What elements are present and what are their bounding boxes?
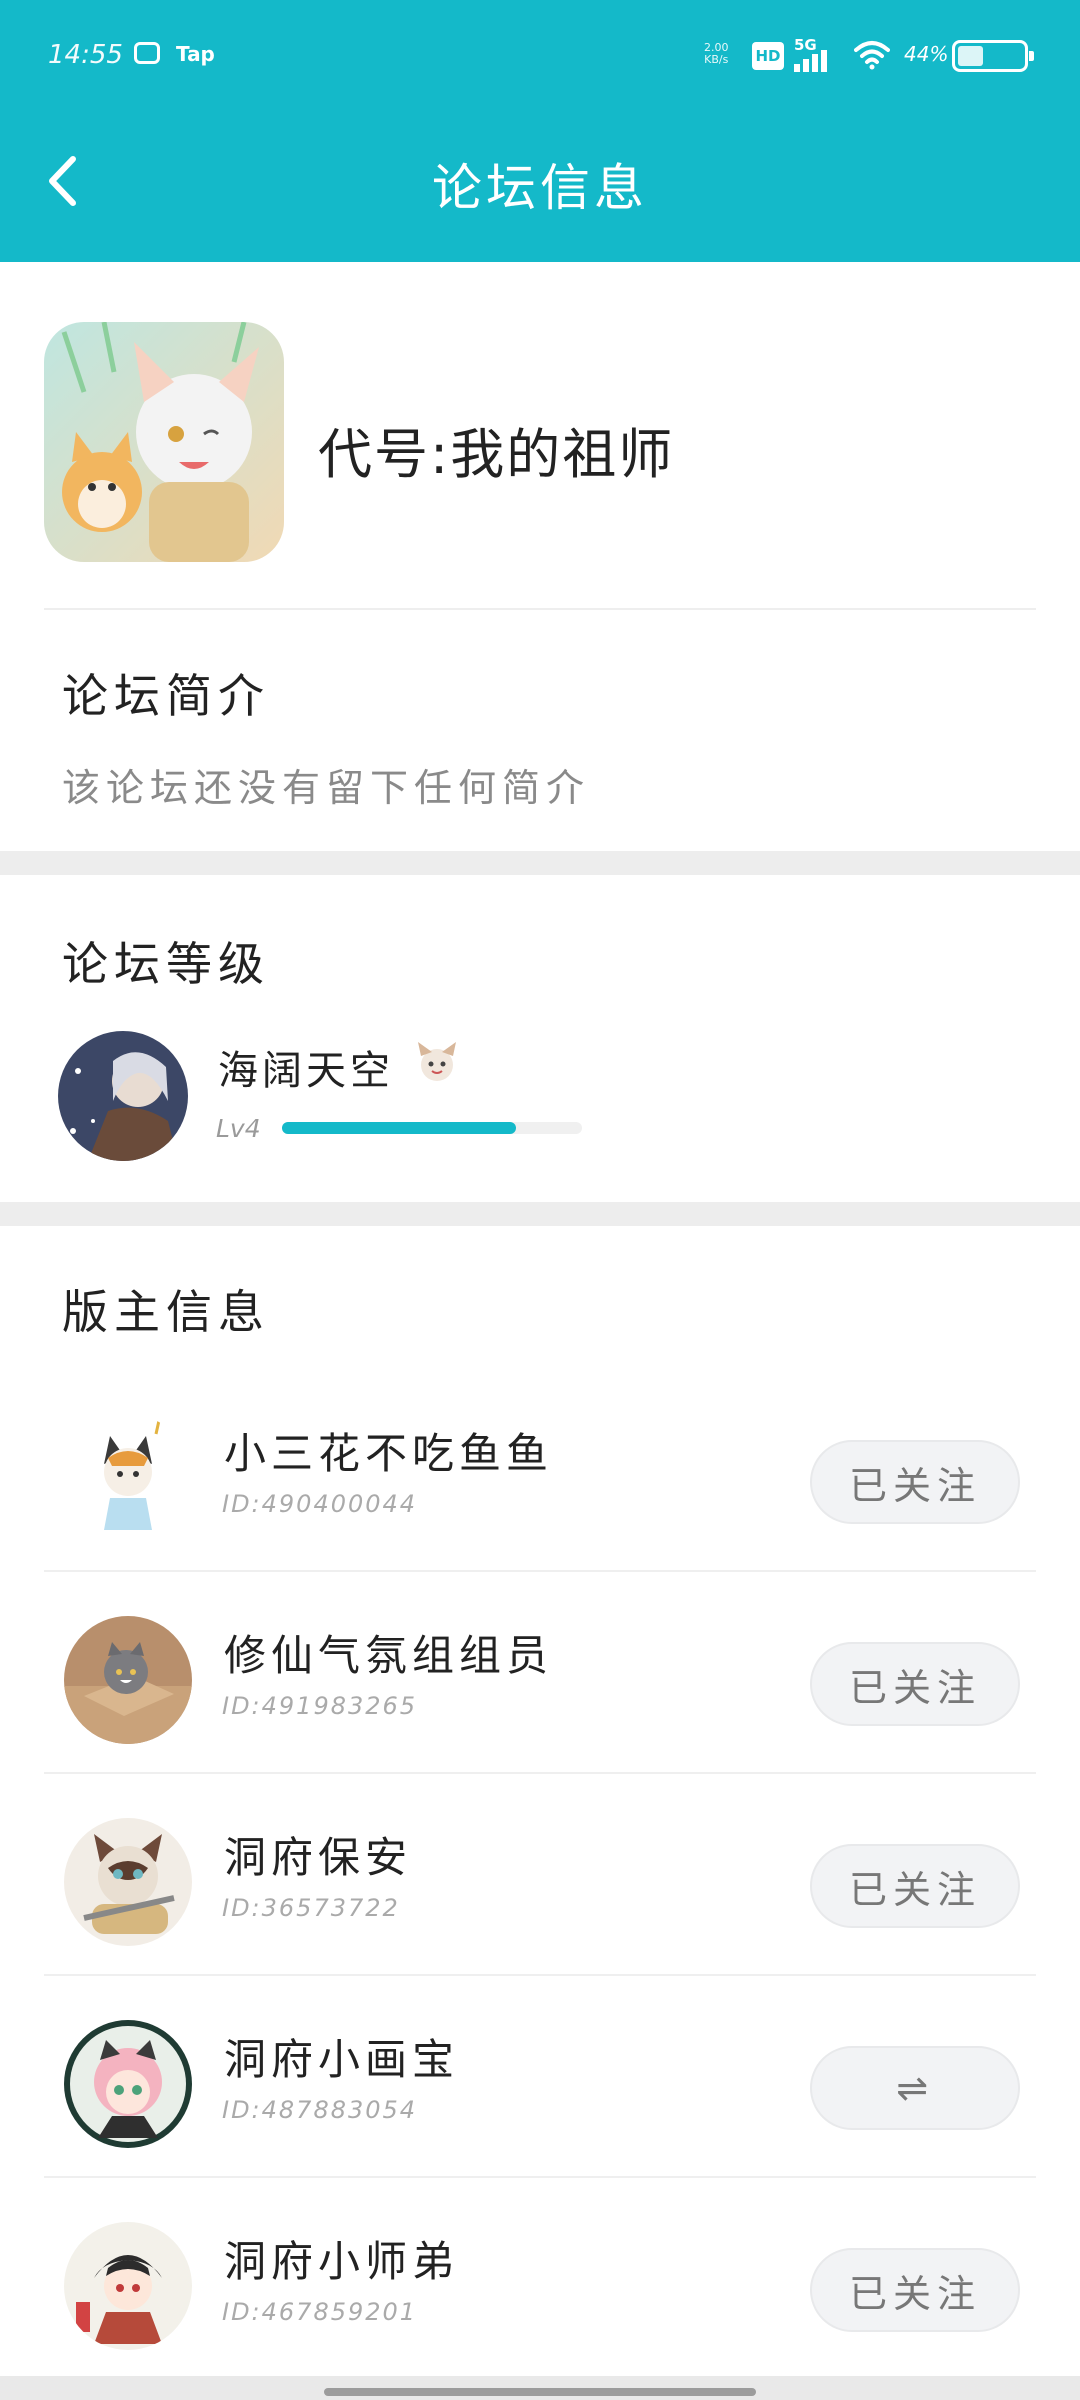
section-separator <box>0 1202 1080 1226</box>
section-separator <box>0 851 1080 875</box>
moderator-id: ID:467859201 <box>222 2298 418 2326</box>
follow-button[interactable]: 已关注 <box>810 1440 1020 1524</box>
intro-text: 该论坛还没有留下任何简介 <box>62 766 591 810</box>
avatar[interactable] <box>58 1031 188 1161</box>
wifi-icon <box>854 41 890 70</box>
cellular-signal-icon: 5G <box>794 36 842 72</box>
moderator-id: ID:487883054 <box>222 2096 418 2124</box>
moderator-name: 小三花不吃鱼鱼 <box>224 1429 554 1478</box>
list-item[interactable]: 洞府小画宝 ID:487883054 ⇌ <box>0 1976 1080 2178</box>
battery-percent: 44% <box>904 42 949 66</box>
level-progress-fill <box>282 1122 516 1134</box>
moderator-id: ID:491983265 <box>222 1692 418 1720</box>
moderator-id: ID:490400044 <box>222 1490 418 1518</box>
app-header: 14:55 Tap 2.00 KB/s HD 5G 44% 论坛信息 <box>0 0 1080 262</box>
avatar[interactable] <box>64 2222 192 2350</box>
avatar[interactable] <box>64 1818 192 1946</box>
avatar[interactable] <box>64 2020 192 2148</box>
level-heading: 论坛等级 <box>62 937 270 991</box>
user-badge-icon <box>412 1038 462 1088</box>
mutual-follow-button[interactable]: ⇌ <box>810 2046 1020 2130</box>
moderator-name: 洞府保安 <box>224 1833 413 1882</box>
avatar[interactable] <box>64 1414 192 1542</box>
intro-heading: 论坛简介 <box>62 669 270 723</box>
list-item[interactable]: 修仙气氛组组员 ID:491983265 已关注 <box>0 1572 1080 1774</box>
list-item[interactable]: 洞府保安 ID:36573722 已关注 <box>0 1774 1080 1976</box>
forum-name: 代号:我的祖师 <box>318 423 675 486</box>
battery-icon <box>952 40 1034 72</box>
avatar[interactable] <box>64 1616 192 1744</box>
divider <box>44 608 1036 610</box>
moderator-name: 洞府小师弟 <box>224 2237 460 2286</box>
home-indicator[interactable] <box>324 2388 756 2396</box>
network-type: 5G <box>794 36 817 54</box>
follow-button[interactable]: 已关注 <box>810 2248 1020 2332</box>
page-title: 论坛信息 <box>432 159 648 217</box>
status-time: 14:55 <box>48 40 123 70</box>
moderators-heading: 版主信息 <box>62 1285 270 1339</box>
level-user-name: 海阔天空 <box>218 1048 394 1094</box>
follow-button[interactable]: 已关注 <box>810 1844 1020 1928</box>
list-item[interactable]: 洞府小师弟 ID:467859201 已关注 <box>0 2178 1080 2380</box>
bilibili-tv-icon <box>134 42 160 64</box>
level-label: Lv4 <box>216 1114 261 1143</box>
moderator-name: 修仙气氛组组员 <box>224 1631 554 1680</box>
hd-icon: HD <box>752 42 784 70</box>
status-bar: 14:55 Tap 2.00 KB/s HD 5G 44% <box>0 0 1080 110</box>
level-progress-bar <box>282 1122 582 1134</box>
net-speed-unit: KB/s <box>704 53 729 66</box>
follow-button[interactable]: 已关注 <box>810 1642 1020 1726</box>
list-item[interactable]: 小三花不吃鱼鱼 ID:490400044 已关注 <box>0 1370 1080 1572</box>
battery-fill <box>958 46 983 66</box>
tap-app-label: Tap <box>176 42 215 66</box>
moderator-id: ID:36573722 <box>222 1894 400 1922</box>
moderator-name: 洞府小画宝 <box>224 2035 460 2084</box>
forum-icon <box>44 322 284 562</box>
net-speed: 2.00 KB/s <box>704 42 729 66</box>
